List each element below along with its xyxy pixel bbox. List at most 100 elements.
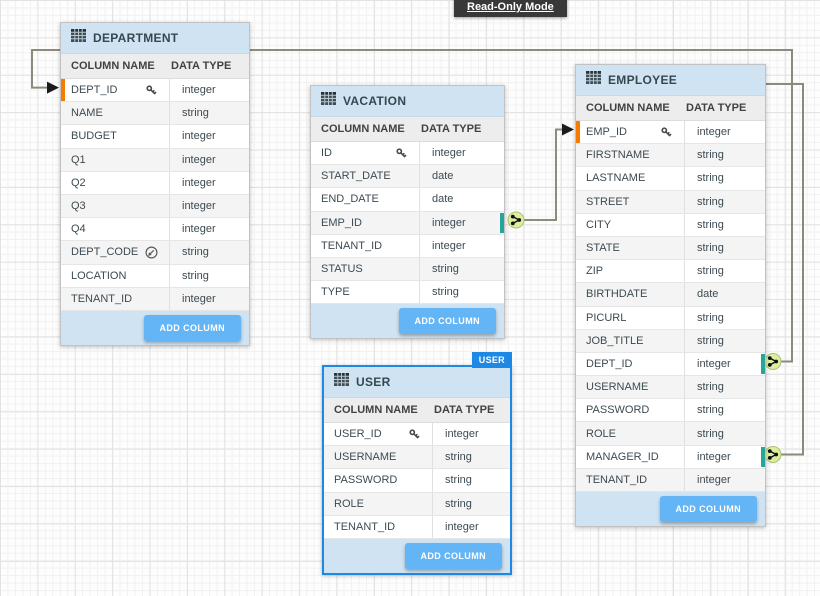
column-row-location[interactable]: LOCATION string (61, 265, 249, 288)
column-type: integer (419, 212, 504, 234)
column-row-lastname[interactable]: LASTNAMEstring (576, 167, 765, 190)
column-row-q2[interactable]: Q2integer (61, 172, 249, 195)
column-row-tenant_id[interactable]: TENANT_IDinteger (576, 469, 765, 492)
table-footer: ADD COLUMN (576, 492, 765, 526)
column-type: integer (684, 469, 765, 491)
column-row-password[interactable]: PASSWORDstring (324, 469, 510, 492)
column-type: string (684, 260, 765, 282)
column-row-tenant_id[interactable]: TENANT_IDinteger (324, 516, 510, 539)
table-grid-icon (586, 71, 601, 89)
column-name: TENANT_ID (324, 521, 408, 533)
column-row-end_date[interactable]: END_DATEdate (311, 188, 504, 211)
column-row-status[interactable]: STATUSstring (311, 258, 504, 281)
edit-circle-icon (145, 246, 158, 259)
column-name: MANAGER_ID (576, 451, 660, 463)
column-name: DEPT_ID (61, 84, 145, 96)
column-type: integer (419, 142, 504, 164)
column-row-role[interactable]: ROLEstring (324, 493, 510, 516)
column-row-picurl[interactable]: PICURLstring (576, 307, 765, 330)
column-row-q3[interactable]: Q3integer (61, 195, 249, 218)
column-type: integer (419, 235, 504, 257)
column-row-tenant_id[interactable]: TENANT_IDinteger (61, 288, 249, 311)
column-type: date (684, 283, 765, 305)
column-name: PICURL (576, 312, 660, 324)
column-row-dept_id[interactable]: DEPT_ID integer (61, 79, 249, 102)
table-department[interactable]: DEPARTMENT COLUMN NAMEDATA TYPE DEPT_IDi… (60, 22, 250, 346)
table-header[interactable]: VACATION (311, 86, 504, 117)
column-row-dept_id[interactable]: DEPT_IDinteger (576, 353, 765, 376)
table-grid-icon (71, 29, 86, 47)
column-type: string (419, 281, 504, 303)
column-row-dept_code[interactable]: DEPT_CODE string (61, 241, 249, 264)
column-name: JOB_TITLE (576, 335, 660, 347)
crowsfoot-connector-icon (508, 212, 524, 228)
column-type: integer (169, 149, 249, 171)
column-type: integer (169, 125, 249, 147)
table-employee[interactable]: EMPLOYEE COLUMN NAMEDATA TYPE EMP_IDinte… (575, 64, 766, 527)
column-name: DEPT_CODE (61, 246, 145, 258)
column-row-budget[interactable]: BUDGET integer (61, 125, 249, 148)
column-type: integer (169, 218, 249, 240)
column-name: TENANT_ID (311, 240, 395, 252)
add-column-button[interactable]: ADD COLUMN (405, 543, 503, 569)
column-type: string (684, 144, 765, 166)
column-row-firstname[interactable]: FIRSTNAMEstring (576, 144, 765, 167)
column-row-street[interactable]: STREETstring (576, 191, 765, 214)
column-type: integer (169, 288, 249, 310)
table-vacation[interactable]: VACATION COLUMN NAMEDATA TYPE IDintegerS… (310, 85, 505, 339)
column-row-emp_id[interactable]: EMP_IDinteger (311, 212, 504, 235)
column-type: string (684, 376, 765, 398)
column-type: string (432, 469, 510, 491)
add-column-button[interactable]: ADD COLUMN (399, 308, 497, 334)
column-name: BUDGET (61, 130, 145, 142)
column-type: string (684, 330, 765, 352)
column-row-job_title[interactable]: JOB_TITLE string (576, 330, 765, 353)
column-row-state[interactable]: STATEstring (576, 237, 765, 260)
add-column-button[interactable]: ADD COLUMN (144, 315, 242, 341)
table-header[interactable]: EMPLOYEE (576, 65, 765, 96)
column-name: USERNAME (324, 451, 408, 463)
column-row-role[interactable]: ROLEstring (576, 422, 765, 445)
column-name: EMP_ID (576, 126, 660, 138)
column-name: BIRTHDATE (576, 288, 660, 300)
column-row-type[interactable]: TYPEstring (311, 281, 504, 304)
column-row-city[interactable]: CITYstring (576, 214, 765, 237)
column-name: PASSWORD (576, 404, 660, 416)
column-name: Q2 (61, 177, 145, 189)
crowsfoot-connector-icon (765, 354, 781, 370)
column-name: END_DATE (311, 193, 395, 205)
column-row-emp_id[interactable]: EMP_IDinteger (576, 121, 765, 144)
column-header-row: COLUMN NAMEDATA TYPE (311, 117, 504, 142)
column-type: string (684, 399, 765, 421)
column-type: date (419, 165, 504, 187)
add-column-button[interactable]: ADD COLUMN (660, 496, 758, 522)
column-row-zip[interactable]: ZIPstring (576, 260, 765, 283)
column-header-row: COLUMN NAMEDATA TYPE (324, 398, 510, 423)
column-type: string (169, 241, 249, 263)
column-type: string (684, 214, 765, 236)
table-user[interactable]: USER USER COLUMN NAMEDATA TYPE USER_IDin… (322, 365, 512, 575)
column-name: LOCATION (61, 270, 145, 282)
column-row-user_id[interactable]: USER_IDinteger (324, 423, 510, 446)
one-side-arrow-employee-empid (562, 124, 574, 136)
table-header[interactable]: USER (324, 367, 510, 398)
column-type: integer (169, 79, 249, 101)
column-row-username[interactable]: USERNAMEstring (576, 376, 765, 399)
diagram-canvas[interactable]: Read-Only Mode DEPARTMENT COLUMN NAMEDAT… (0, 0, 820, 596)
column-row-q1[interactable]: Q1 integer (61, 149, 249, 172)
column-name: Q1 (61, 154, 145, 166)
column-row-tenant_id[interactable]: TENANT_ID integer (311, 235, 504, 258)
column-row-q4[interactable]: Q4integer (61, 218, 249, 241)
column-type: string (684, 167, 765, 189)
table-header[interactable]: DEPARTMENT (61, 23, 249, 54)
column-row-birthdate[interactable]: BIRTHDATE date (576, 283, 765, 306)
column-name: STREET (576, 196, 660, 208)
column-row-id[interactable]: IDinteger (311, 142, 504, 165)
column-name: STATE (576, 242, 660, 254)
column-row-password[interactable]: PASSWORD string (576, 399, 765, 422)
column-row-manager_id[interactable]: MANAGER_IDinteger (576, 446, 765, 469)
column-row-name[interactable]: NAMEstring (61, 102, 249, 125)
column-type: string (169, 265, 249, 287)
column-row-username[interactable]: USERNAMEstring (324, 446, 510, 469)
column-row-start_date[interactable]: START_DATEdate (311, 165, 504, 188)
